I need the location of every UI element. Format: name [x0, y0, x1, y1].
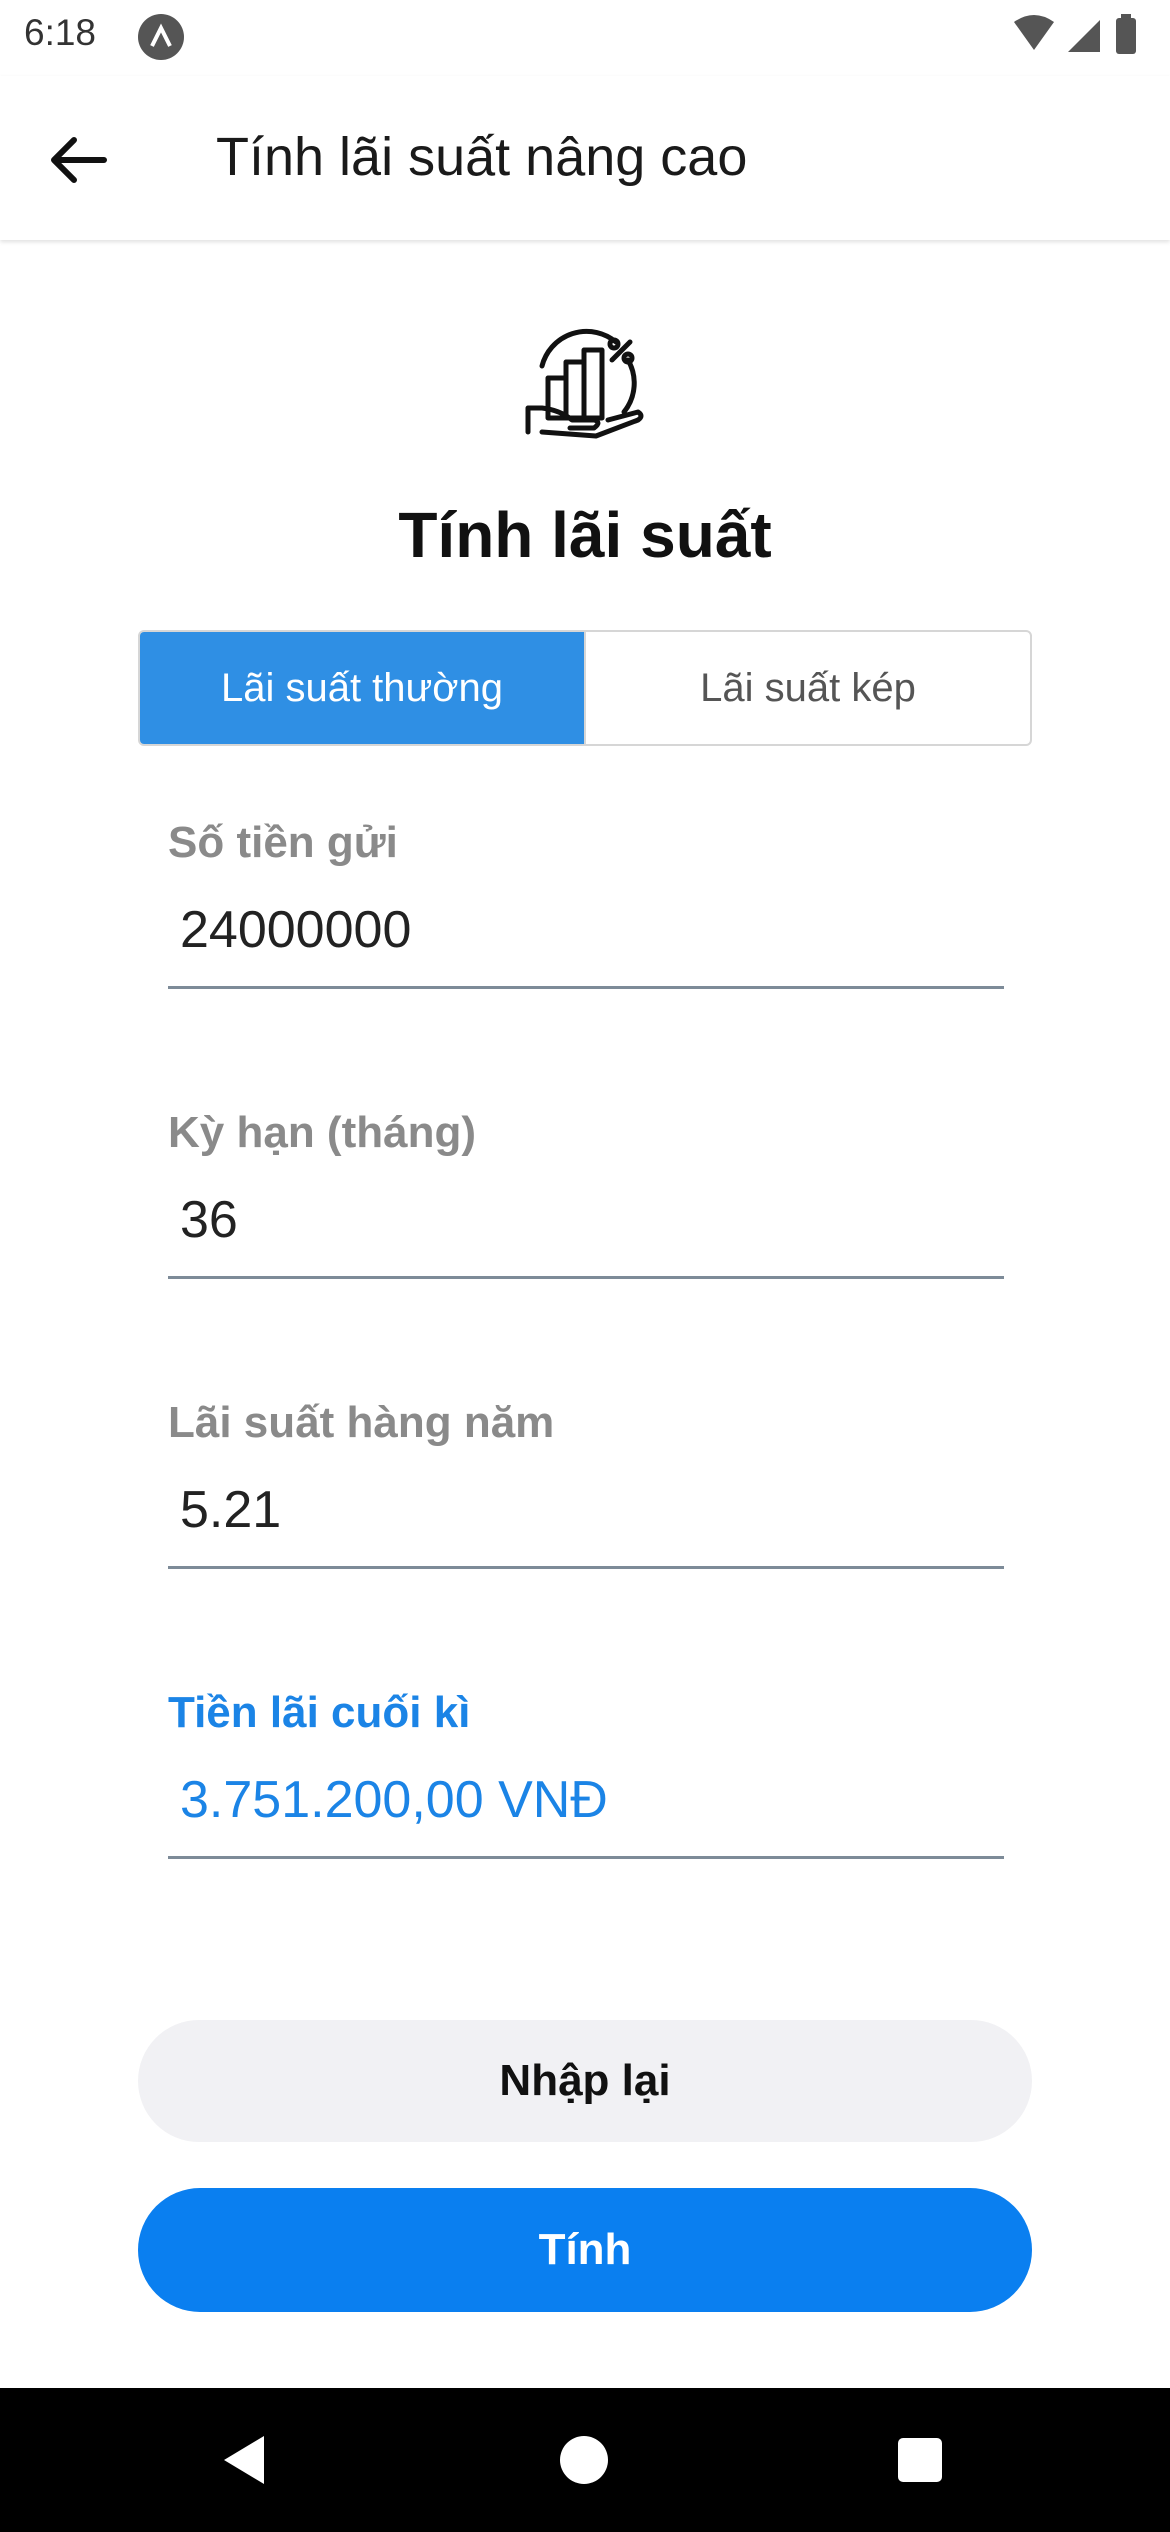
nav-home-icon[interactable]: [548, 2424, 620, 2496]
back-button[interactable]: [40, 122, 116, 198]
deposit-field: Số tiền gửi 24000000: [168, 818, 1004, 989]
tab-simple-interest[interactable]: Lãi suất thường: [140, 632, 584, 744]
nav-recents-icon[interactable]: [884, 2424, 956, 2496]
signal-icon: [1068, 20, 1100, 52]
term-input[interactable]: 36: [168, 1190, 1004, 1279]
interest-chart-hand-icon: [520, 320, 650, 450]
status-bar: 6:18: [0, 0, 1170, 76]
result-field: Tiền lãi cuối kì 3.751.200,00 VNĐ: [168, 1688, 1004, 1859]
rate-input[interactable]: 5.21: [168, 1480, 1004, 1569]
arrow-left-icon: [40, 137, 116, 202]
calculate-button[interactable]: Tính: [138, 2188, 1032, 2312]
wifi-icon: [1014, 15, 1054, 50]
reset-button[interactable]: Nhập lại: [138, 2020, 1032, 2142]
result-value: 3.751.200,00 VNĐ: [168, 1770, 1004, 1859]
status-icons: [1012, 14, 1152, 63]
system-nav-bar: [0, 2388, 1170, 2532]
rate-label: Lãi suất hàng năm: [168, 1398, 555, 1447]
rate-field: Lãi suất hàng năm 5.21: [168, 1398, 1004, 1569]
app-bar: Tính lãi suất nâng cao: [0, 76, 1170, 240]
tab-compound-interest[interactable]: Lãi suất kép: [584, 632, 1030, 744]
status-time: 6:18: [24, 12, 97, 53]
term-label: Kỳ hạn (tháng): [168, 1108, 476, 1157]
interest-type-tabs: Lãi suất thường Lãi suất kép: [138, 630, 1032, 746]
nav-back-icon[interactable]: [208, 2424, 280, 2496]
app-notification-icon: [138, 14, 184, 60]
page-title: Tính lãi suất nâng cao: [216, 127, 748, 187]
deposit-label: Số tiền gửi: [168, 818, 398, 867]
result-label: Tiền lãi cuối kì: [168, 1688, 471, 1737]
term-field: Kỳ hạn (tháng) 36: [168, 1108, 1004, 1279]
battery-icon: [1116, 14, 1136, 54]
section-title: Tính lãi suất: [398, 499, 772, 571]
deposit-input[interactable]: 24000000: [168, 900, 1004, 989]
